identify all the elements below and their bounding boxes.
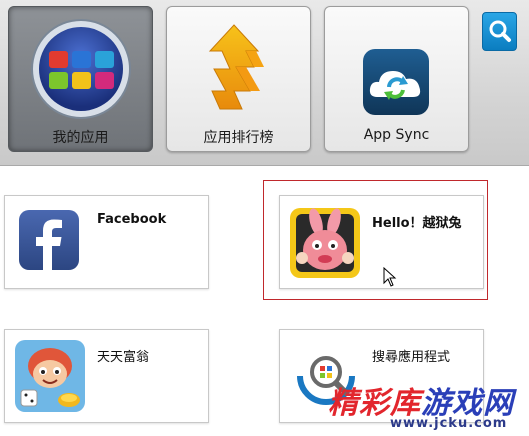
site-watermark: 精彩库游戏网 www.jcku.com [328,378,529,436]
tab-app-sync[interactable]: App Sync [324,6,469,152]
tab-app-ranking[interactable]: 应用排行榜 [166,6,311,152]
search-icon [489,20,511,42]
app-name-facebook: Facebook [97,212,167,227]
tab-app-ranking-label: 应用排行榜 [203,130,274,146]
search-button[interactable] [482,12,517,51]
app-sync-cloud-icon [362,49,429,115]
top-toolbar: 我的应用 应用排行榜 App Sync [0,0,529,166]
facebook-icon [19,210,79,270]
selection-frame [263,180,488,300]
app-name-rich-game: 天天富翁 [97,350,150,365]
watermark-url: www.jcku.com [390,416,508,431]
app-name-app-search: 搜尋應用程式 [372,350,451,365]
tab-my-apps-label: 我的应用 [52,130,109,146]
mouse-cursor-icon [383,267,397,287]
my-apps-grid-icon [30,19,131,119]
rich-game-icon [15,340,85,412]
tab-my-apps[interactable]: 我的应用 [8,6,153,152]
ranking-arrow-icon [208,24,264,110]
app-card-facebook[interactable]: Facebook [4,195,209,289]
tab-app-sync-label: App Sync [363,127,430,143]
app-card-rich-game[interactable]: 天天富翁 [4,329,209,423]
